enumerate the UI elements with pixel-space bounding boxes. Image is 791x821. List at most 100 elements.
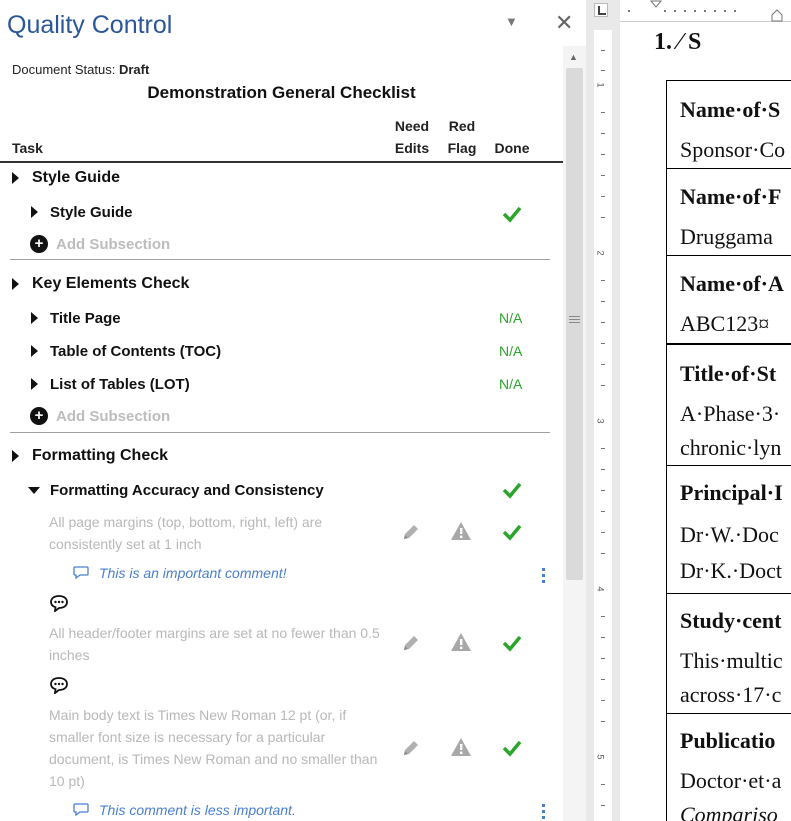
doc-row-line: ABC123¤: [680, 311, 770, 336]
doc-table-row: Title·of·St A·Phase·3· chronic·lyn: [667, 343, 791, 465]
document-area: 1 2 3 4 5 1. ⁄ S Name·of·S Sponsor·Co Na…: [586, 0, 791, 821]
section-style-guide[interactable]: Style Guide: [0, 167, 563, 189]
comment-more-icon[interactable]: [538, 568, 548, 584]
edit-pencil-icon[interactable]: [401, 738, 421, 758]
subsection-label: Title Page: [50, 310, 121, 327]
comment-text[interactable]: This comment is less important.: [99, 802, 296, 818]
ruler-number: 5: [595, 754, 606, 760]
expand-triangle-icon[interactable]: [31, 206, 38, 218]
grip-icon: [569, 316, 580, 325]
comment-text[interactable]: This is an important comment!: [99, 565, 287, 581]
close-pane-icon[interactable]: ✕: [555, 10, 573, 36]
subsection-style-guide[interactable]: Style Guide: [0, 202, 563, 224]
doc-table-row: Publicatio Doctor·et·a Compariso: [667, 713, 791, 821]
done-checkmark-icon[interactable]: [501, 203, 523, 225]
doc-row-line: Doctor·et·a: [680, 768, 782, 793]
section-divider: [10, 259, 550, 260]
subsection-title-page[interactable]: Title Page N/A: [0, 308, 563, 330]
expand-triangle-icon[interactable]: [31, 312, 38, 324]
doc-row-label: Principal·I: [680, 480, 783, 505]
doc-row-line: Compariso: [680, 802, 778, 821]
expand-triangle-icon[interactable]: [12, 172, 19, 184]
comment-more-icon[interactable]: [538, 804, 548, 820]
subsection-label: List of Tables (LOT): [50, 376, 190, 393]
column-header-red-flag: Red Flag: [444, 115, 480, 159]
doc-row-label: Publicatio: [680, 728, 776, 753]
speech-bubble-icon: [73, 566, 89, 580]
pane-options-chevron-icon[interactable]: ▼: [505, 14, 518, 29]
red-flag-warning-icon[interactable]: [450, 632, 472, 652]
section-key-elements-check[interactable]: Key Elements Check: [0, 273, 563, 295]
red-flag-warning-icon[interactable]: [450, 737, 472, 757]
plus-circle-icon: +: [30, 407, 48, 425]
scroll-up-arrow-icon[interactable]: ▲: [569, 52, 578, 62]
collapse-triangle-icon[interactable]: [28, 487, 40, 494]
edit-pencil-icon[interactable]: [401, 633, 421, 653]
checklist-item: All header/footer margins are set at no …: [0, 622, 563, 672]
done-na-status[interactable]: N/A: [499, 310, 522, 326]
done-checkmark-icon[interactable]: [501, 479, 523, 501]
item-text: Main body text is Times New Roman 12 pt …: [49, 707, 378, 789]
column-header-need-edits-line1: Need: [394, 118, 430, 134]
add-subsection-label: Add Subsection: [56, 407, 171, 425]
quality-control-pane: Quality Control ▼ ✕ Document Status: Dra…: [0, 0, 586, 821]
ruler-number: 3: [595, 418, 606, 424]
done-checkmark-icon[interactable]: [501, 632, 523, 654]
doc-row-label: Study·cent: [680, 608, 782, 633]
done-na-status[interactable]: N/A: [499, 376, 522, 392]
tab-selector-icon[interactable]: [594, 3, 608, 17]
pane-scrollbar[interactable]: ▲: [563, 46, 586, 821]
right-indent-marker-icon[interactable]: [770, 9, 784, 22]
plus-circle-icon: +: [30, 235, 48, 253]
first-line-indent-marker-icon[interactable]: [650, 0, 662, 10]
doc-row-line: chronic·lyn: [680, 435, 782, 460]
item-text: All header/footer margins are set at no …: [49, 625, 380, 663]
doc-table: Name·of·S Sponsor·Co Name·of·F Druggama …: [666, 80, 791, 821]
vertical-ruler[interactable]: 1 2 3 4 5: [594, 30, 612, 821]
expand-triangle-icon[interactable]: [31, 345, 38, 357]
edit-pencil-icon[interactable]: [401, 522, 421, 542]
document-page[interactable]: 1. ⁄ S Name·of·S Sponsor·Co Name·of·F Dr…: [620, 22, 791, 821]
add-comment-speech-bubble-icon[interactable]: [49, 676, 69, 694]
subsection-list-of-tables[interactable]: List of Tables (LOT) N/A: [0, 374, 563, 396]
doc-table-row: Name·of·F Druggama: [667, 168, 791, 255]
doc-row-line: A·Phase·3·: [680, 401, 781, 426]
subsection-formatting-accuracy[interactable]: Formatting Accuracy and Consistency: [0, 480, 563, 502]
done-checkmark-icon[interactable]: [501, 737, 523, 759]
subsection-label: Formatting Accuracy and Consistency: [50, 482, 324, 499]
checklist-body: Document Status: Draft Demonstration Gen…: [0, 46, 563, 821]
document-status: Document Status: Draft: [12, 62, 149, 77]
add-comment-speech-bubble-icon[interactable]: [49, 594, 69, 612]
status-label: Document Status:: [12, 62, 116, 77]
done-checkmark-icon[interactable]: [501, 521, 523, 543]
subsection-label: Table of Contents (TOC): [50, 343, 222, 360]
add-subsection-button[interactable]: + Add Subsection: [30, 407, 170, 425]
column-header-red-flag-line2: Flag: [447, 140, 477, 156]
doc-table-row: Study·cent This·multic across·17·c: [667, 593, 791, 713]
column-header-need-edits-line2: Edits: [394, 140, 430, 156]
doc-table-row: Name·of·A ABC123¤: [667, 255, 791, 343]
doc-row-line: Sponsor·Co: [680, 137, 786, 162]
column-header-red-flag-line1: Red: [448, 118, 476, 134]
section-formatting-check[interactable]: Formatting Check: [0, 445, 563, 467]
red-flag-warning-icon[interactable]: [450, 521, 472, 541]
done-na-status[interactable]: N/A: [499, 343, 522, 359]
doc-heading: 1. ⁄ S: [654, 29, 702, 55]
scrollbar-thumb[interactable]: [566, 68, 583, 580]
ruler-number: 2: [595, 250, 606, 256]
horizontal-ruler[interactable]: [620, 0, 791, 22]
doc-row-label: Name·of·A: [680, 271, 784, 296]
add-subsection-button[interactable]: + Add Subsection: [30, 235, 170, 253]
subsection-table-of-contents[interactable]: Table of Contents (TOC) N/A: [0, 341, 563, 363]
column-header-need-edits: Need Edits: [390, 115, 434, 159]
doc-table-row: Principal·I Dr·W.·Doc Dr·K.·Doct: [667, 465, 791, 593]
expand-triangle-icon[interactable]: [12, 278, 19, 290]
expand-triangle-icon[interactable]: [31, 378, 38, 390]
doc-row-label: Title·of·St: [680, 361, 777, 386]
doc-row-line: Dr·K.·Doct: [680, 558, 783, 583]
doc-row-line: Dr·W.·Doc: [680, 522, 779, 547]
doc-row-line: This·multic: [680, 648, 783, 673]
column-header-task: Task: [12, 140, 43, 156]
expand-triangle-icon[interactable]: [12, 450, 19, 462]
pane-header: Quality Control ▼ ✕: [0, 0, 586, 46]
